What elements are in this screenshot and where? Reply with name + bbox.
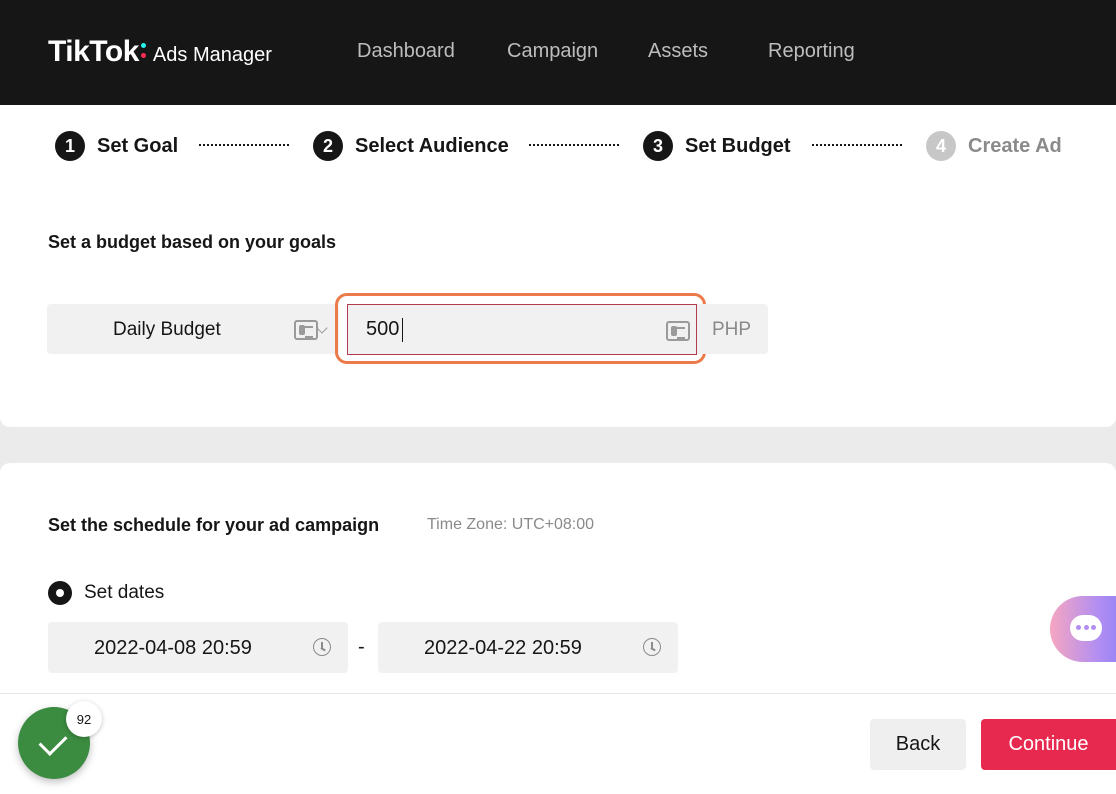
back-button[interactable]: Back [870, 719, 966, 770]
step-connector [199, 144, 289, 146]
logo-colon-icon [140, 41, 147, 61]
tiktok-logo[interactable]: TikTok Ads Manager [48, 35, 272, 69]
notification-badge: 92 [66, 701, 102, 737]
clock-icon [643, 638, 661, 656]
id-card-icon [294, 320, 318, 340]
step-number: 2 [313, 131, 343, 161]
step-create-ad: 4 Create Ad [926, 131, 1062, 161]
step-label: Create Ad [968, 134, 1062, 157]
logo-wordmark: TikTok [48, 35, 139, 68]
step-label: Set Budget [685, 134, 791, 157]
step-number: 1 [55, 131, 85, 161]
step-label: Select Audience [355, 134, 509, 157]
budget-amount-input[interactable] [348, 305, 696, 354]
budget-amount-field[interactable] [347, 304, 697, 355]
step-number: 4 [926, 131, 956, 161]
chat-support-button[interactable] [1050, 596, 1116, 662]
timezone-label: Time Zone: UTC+08:00 [427, 516, 595, 533]
budget-section-title: Set a budget based on your goals [48, 232, 337, 252]
schedule-section-title: Set the schedule for your ad campaign [48, 515, 380, 535]
start-date-picker[interactable]: 2022-04-08 20:59 [48, 622, 348, 673]
nav-campaign[interactable]: Campaign [507, 40, 598, 63]
nav-reporting[interactable]: Reporting [768, 40, 855, 63]
id-card-icon [666, 321, 690, 341]
chevron-down-icon [316, 322, 328, 334]
end-date-picker[interactable]: 2022-04-22 20:59 [378, 622, 678, 673]
currency-addon: PHP [697, 304, 768, 354]
step-select-audience: 2 Select Audience [313, 131, 509, 161]
clock-icon [313, 638, 331, 656]
step-set-goal: 1 Set Goal [55, 131, 178, 161]
end-date-value: 2022-04-22 20:59 [424, 637, 582, 659]
set-dates-label[interactable]: Set dates [84, 582, 164, 604]
text-caret [402, 318, 403, 342]
date-range-separator: - [358, 636, 365, 658]
step-set-budget: 3 Set Budget [643, 131, 791, 161]
step-connector [529, 144, 619, 146]
top-nav-bar: TikTok Ads Manager Dashboard Campaign As… [0, 0, 1116, 105]
currency-label: PHP [712, 319, 752, 340]
step-number: 3 [643, 131, 673, 161]
start-date-value: 2022-04-08 20:59 [94, 637, 252, 659]
chat-icon [1070, 615, 1102, 641]
step-connector [812, 144, 902, 146]
budget-type-select[interactable]: Daily Budget [47, 304, 339, 354]
continue-button[interactable]: Continue [981, 719, 1116, 770]
budget-type-value: Daily Budget [113, 319, 221, 340]
nav-dashboard[interactable]: Dashboard [357, 40, 455, 63]
nav-assets[interactable]: Assets [648, 40, 708, 63]
set-dates-radio[interactable] [48, 581, 72, 605]
step-label: Set Goal [97, 134, 179, 157]
logo-subtitle: Ads Manager [152, 44, 272, 66]
